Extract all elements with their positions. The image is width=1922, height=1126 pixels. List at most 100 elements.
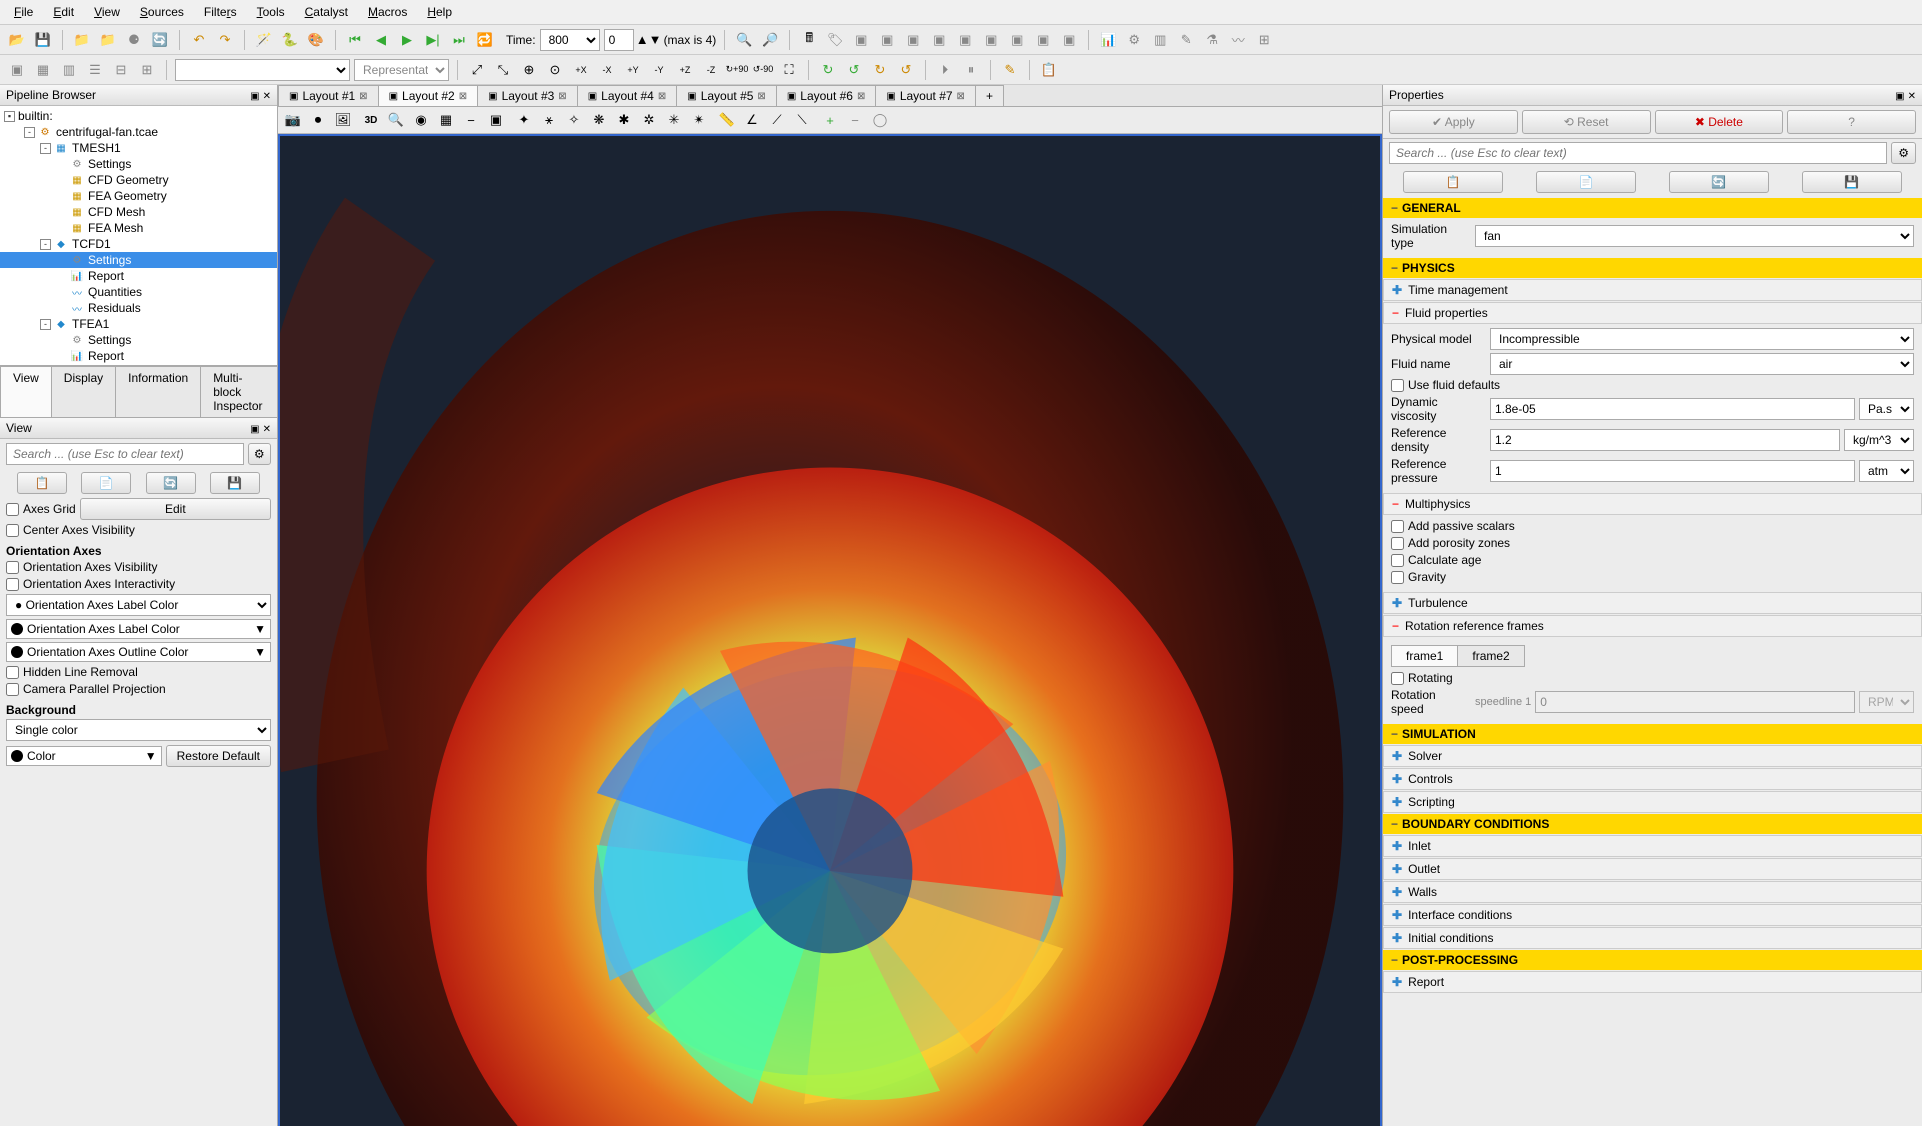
tree-item[interactable]: 📊Report xyxy=(0,268,277,284)
vt-g-icon[interactable]: ✧ xyxy=(563,109,585,131)
cam-nz-icon[interactable]: -Z xyxy=(700,59,722,81)
tb2-f-icon[interactable]: ⊞ xyxy=(136,59,158,81)
menu-sources[interactable]: Sources xyxy=(130,2,194,22)
vt-m-icon[interactable]: ⟋ xyxy=(766,109,788,131)
gear-icon[interactable]: ⚙ xyxy=(1123,29,1145,51)
cam-ny-icon[interactable]: -Y xyxy=(648,59,670,81)
view-search-input[interactable] xyxy=(6,443,244,465)
close-tab-icon[interactable]: ⊠ xyxy=(558,91,566,102)
detach3-icon[interactable]: ▣ xyxy=(1895,91,1904,102)
cube2-icon[interactable]: ▣ xyxy=(876,29,898,51)
tree-item[interactable]: -⚙centrifugal-fan.tcae xyxy=(0,124,277,140)
orient-inter-checkbox[interactable] xyxy=(6,578,19,591)
tree-item[interactable]: 〰Quantities xyxy=(0,284,277,300)
copy-icon[interactable]: 📋 xyxy=(17,472,67,494)
first-frame-icon[interactable]: ⏮ xyxy=(344,29,366,51)
menu-edit[interactable]: Edit xyxy=(43,2,84,22)
prop-refresh-icon[interactable]: 🔄 xyxy=(1669,171,1769,193)
cube6-icon[interactable]: ▣ xyxy=(980,29,1002,51)
wand-icon[interactable]: 🪄 xyxy=(253,29,275,51)
pencil2-icon[interactable]: ✎ xyxy=(999,59,1021,81)
solver-toggle[interactable]: ✚Solver xyxy=(1383,745,1922,767)
expand-icon[interactable]: - xyxy=(40,143,51,154)
tree-item[interactable]: ▦FEA Mesh xyxy=(0,220,277,236)
vt-a-icon[interactable]: ◉ xyxy=(410,109,432,131)
vt-f-icon[interactable]: ⚹ xyxy=(538,109,560,131)
close-tab-icon[interactable]: ⊠ xyxy=(857,91,865,102)
menu-file[interactable]: File xyxy=(4,2,43,22)
layout-tab[interactable]: ▣Layout #2⊠ xyxy=(378,85,479,106)
cam2-icon[interactable]: ⤡ xyxy=(492,59,514,81)
walls-toggle[interactable]: ✚Walls xyxy=(1383,881,1922,903)
orient-vis-checkbox[interactable] xyxy=(6,561,19,574)
vt-angle-icon[interactable]: ∠ xyxy=(741,109,763,131)
detach2-icon[interactable]: ▣ xyxy=(250,424,259,435)
reload-icon[interactable]: 🔄 xyxy=(149,29,171,51)
time-management-toggle[interactable]: ✚Time management xyxy=(1383,279,1922,301)
anim2-icon[interactable]: ⏸ xyxy=(960,59,982,81)
tb2-e-icon[interactable]: ⊟ xyxy=(110,59,132,81)
delete-button[interactable]: ✖ Delete xyxy=(1655,110,1784,134)
fluid-defaults-checkbox[interactable] xyxy=(1391,379,1404,392)
gravity-checkbox[interactable] xyxy=(1391,571,1404,584)
interface-toggle[interactable]: ✚Interface conditions xyxy=(1383,904,1922,926)
refresh-icon[interactable]: 🔄 xyxy=(146,472,196,494)
wave-icon[interactable]: 〰 xyxy=(1227,29,1249,51)
vt-stop-icon[interactable]: ◯ xyxy=(869,109,891,131)
controls-toggle[interactable]: ✚Controls xyxy=(1383,768,1922,790)
section-general[interactable]: −GENERAL xyxy=(1383,198,1922,218)
vt-l-icon[interactable]: ✴ xyxy=(688,109,710,131)
help-button[interactable]: ? xyxy=(1787,110,1916,134)
scripting-toggle[interactable]: ✚Scripting xyxy=(1383,791,1922,813)
tab-display[interactable]: Display xyxy=(51,366,116,417)
cube8-icon[interactable]: ▣ xyxy=(1032,29,1054,51)
tree-item[interactable]: ⚙Settings xyxy=(0,156,277,172)
close-tab-icon[interactable]: ⊠ xyxy=(757,91,765,102)
fluid-properties-toggle[interactable]: −Fluid properties xyxy=(1383,302,1922,324)
tree-item[interactable]: ▦CFD Geometry xyxy=(0,172,277,188)
reset-button[interactable]: ⟲ Reset xyxy=(1522,110,1651,134)
center-axes-checkbox[interactable] xyxy=(6,524,19,537)
restore-default-button[interactable]: Restore Default xyxy=(166,745,271,767)
tree-item[interactable]: -◆TCFD1 xyxy=(0,236,277,252)
bar-icon[interactable]: ▥ xyxy=(1149,29,1171,51)
collapse-icon[interactable]: ▪ xyxy=(4,111,15,122)
tag-icon[interactable]: 🏷 xyxy=(824,29,846,51)
rot4-icon[interactable]: ↻ xyxy=(869,59,891,81)
bg-dropdown-icon[interactable]: ▼ xyxy=(145,749,157,763)
pencil-icon[interactable]: ✎ xyxy=(1175,29,1197,51)
simulation-type-select[interactable]: fan xyxy=(1475,225,1914,247)
dropdown2-icon[interactable]: ▼ xyxy=(254,645,266,659)
expand-icon[interactable]: - xyxy=(40,319,51,330)
expand-icon[interactable]: - xyxy=(40,239,51,250)
cam-py-icon[interactable]: +Y xyxy=(622,59,644,81)
prop-save-icon[interactable]: 💾 xyxy=(1802,171,1902,193)
cube-icon[interactable]: ▣ xyxy=(850,29,872,51)
rot2-icon[interactable]: ↻ xyxy=(817,59,839,81)
layout-tab[interactable]: ▣Layout #1⊠ xyxy=(278,85,379,106)
frame2-tab[interactable]: frame2 xyxy=(1457,645,1524,667)
layout-tab[interactable]: ▣Layout #5⊠ xyxy=(676,85,777,106)
menu-filters[interactable]: Filters xyxy=(194,2,247,22)
frame1-tab[interactable]: frame1 xyxy=(1391,645,1458,667)
rotation-ref-toggle[interactable]: −Rotation reference frames xyxy=(1383,615,1922,637)
porosity-checkbox[interactable] xyxy=(1391,537,1404,550)
add-layout-button[interactable]: + xyxy=(975,85,1004,106)
menu-view[interactable]: View xyxy=(84,2,130,22)
cam-pz-icon[interactable]: +Z xyxy=(674,59,696,81)
frame-input[interactable] xyxy=(604,29,634,51)
tree-item[interactable]: -◆TFEA1 xyxy=(0,316,277,332)
cam-nx-icon[interactable]: -X xyxy=(596,59,618,81)
vt-ruler-icon[interactable]: 📏 xyxy=(716,109,738,131)
menu-tools[interactable]: Tools xyxy=(247,2,295,22)
menu-catalyst[interactable]: Catalyst xyxy=(295,2,358,22)
vt-zoom-icon[interactable]: 🔍 xyxy=(385,109,407,131)
folder2-icon[interactable]: 📁 xyxy=(97,29,119,51)
cam3-icon[interactable]: ⊕ xyxy=(518,59,540,81)
connect-icon[interactable]: ⚈ xyxy=(123,29,145,51)
folder-icon[interactable]: 📁 xyxy=(71,29,93,51)
close3-icon[interactable]: ✕ xyxy=(1908,91,1916,102)
prev-frame-icon[interactable]: ◀ xyxy=(370,29,392,51)
dropdown-icon[interactable]: ▼ xyxy=(254,622,266,636)
undo-icon[interactable]: ↶ xyxy=(188,29,210,51)
